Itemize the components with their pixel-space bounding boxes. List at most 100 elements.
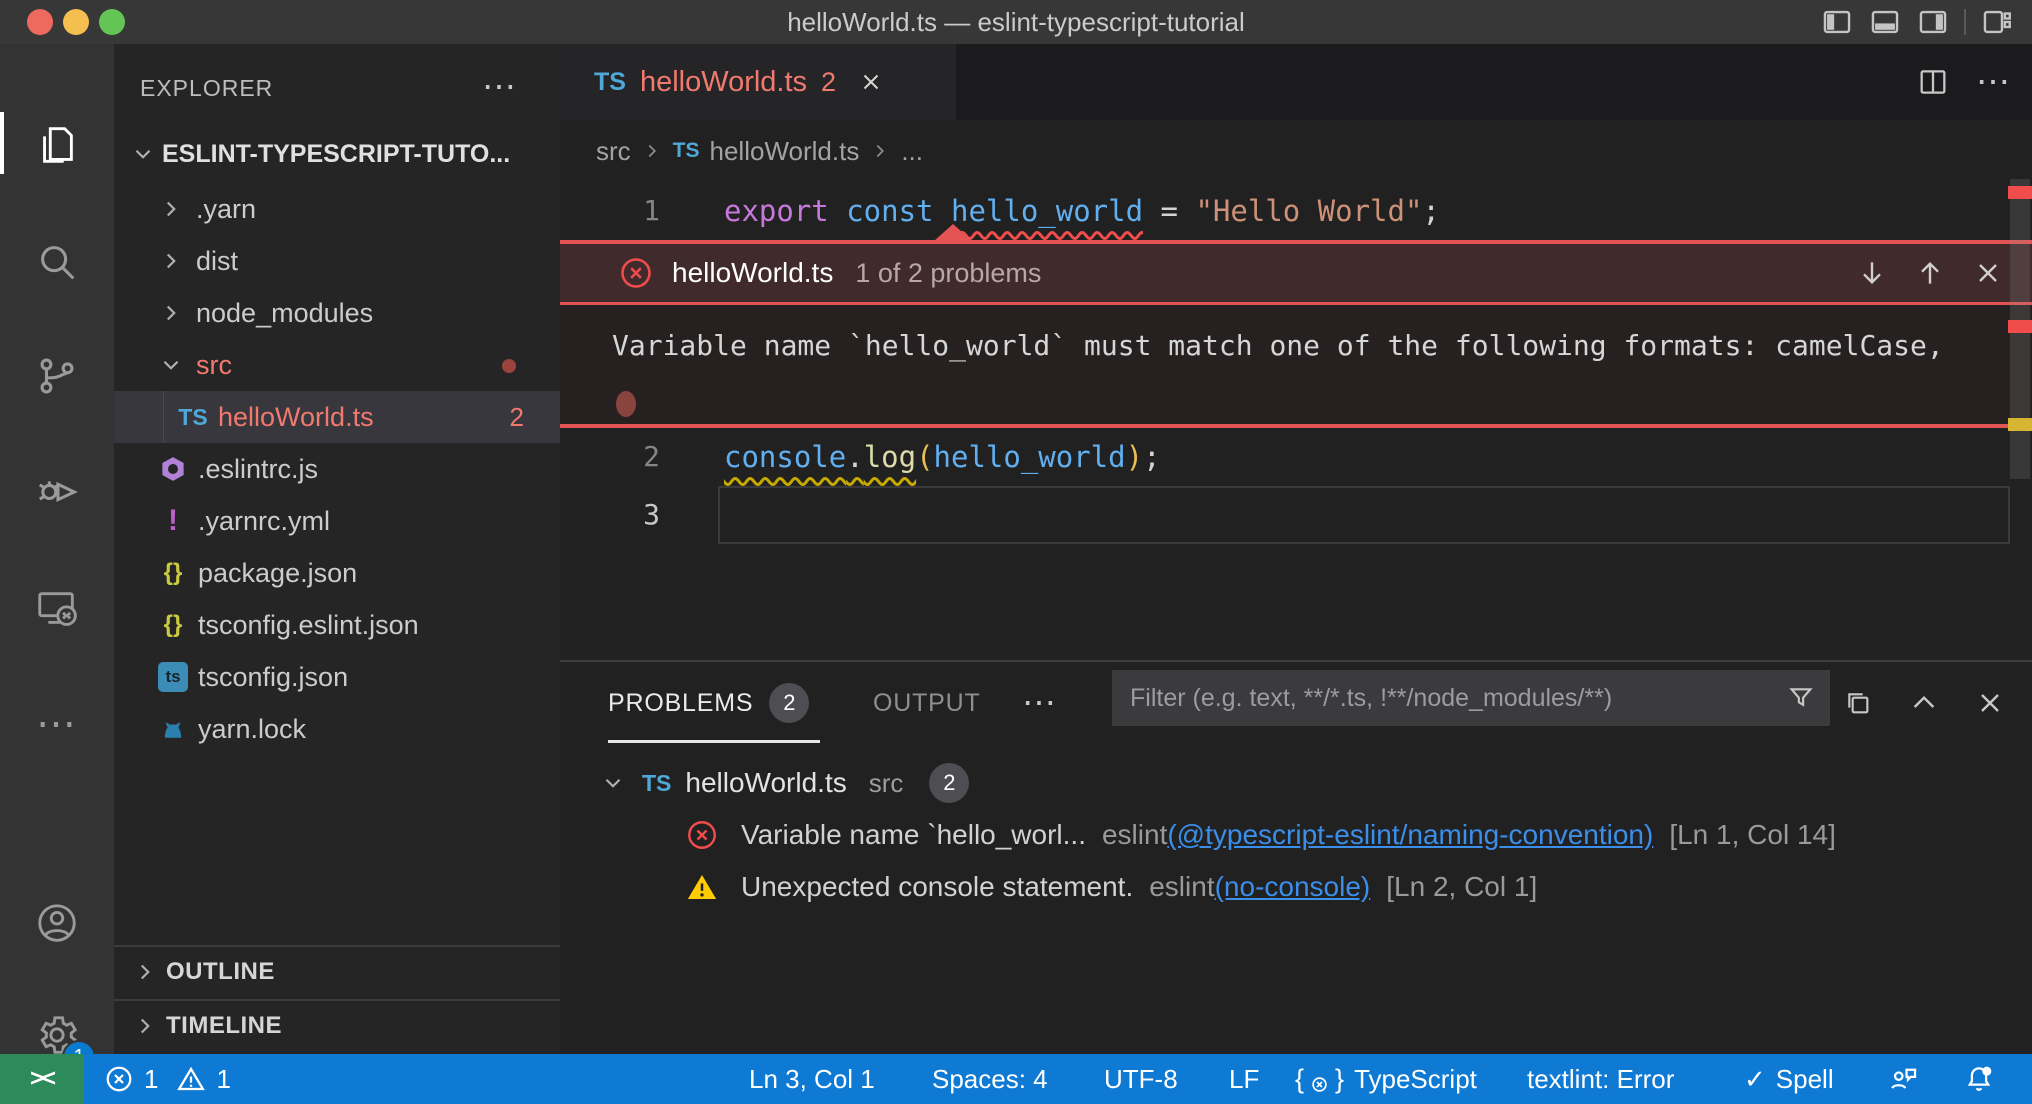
vscode-window: helloWorld.ts — eslint-typescript-tutori… — [0, 0, 2032, 1104]
warning-count: 1 — [216, 1064, 230, 1095]
encoding-status[interactable]: UTF-8 — [1104, 1054, 1178, 1104]
tree-item-label: tsconfig.eslint.json — [198, 610, 419, 641]
explorer-more-actions-icon[interactable]: ⋯ — [482, 68, 516, 108]
tree-item-node-modules-folder[interactable]: node_modules — [114, 287, 560, 339]
language-status[interactable]: {} TypeScript — [1295, 1054, 1477, 1104]
close-panel-icon[interactable] — [1974, 687, 2006, 719]
chevron-right-icon — [869, 140, 891, 162]
toggle-sidebar-icon[interactable] — [1820, 5, 1854, 39]
previous-problem-icon[interactable] — [1914, 257, 1946, 289]
remote-explorer-icon[interactable] — [34, 585, 80, 631]
breadcrumb-file[interactable]: helloWorld.ts — [710, 136, 860, 167]
chevron-right-icon — [158, 248, 184, 274]
workspace-root-header[interactable]: ESLINT-TYPESCRIPT-TUTO... — [114, 130, 560, 178]
problem-message: Unexpected console statement. — [741, 871, 1133, 903]
outline-section-header[interactable]: OUTLINE — [114, 945, 560, 997]
customize-layout-icon[interactable] — [1980, 5, 2014, 39]
tree-item-src-folder[interactable]: src — [114, 339, 560, 391]
token-semicolon: ; — [1422, 194, 1439, 228]
maximize-panel-icon[interactable] — [1908, 687, 1940, 719]
problem-row-warning[interactable]: Unexpected console statement. eslint (no… — [560, 861, 2032, 913]
toggle-panel-icon[interactable] — [1868, 5, 1902, 39]
remote-indicator[interactable]: >< — [0, 1054, 84, 1104]
toggle-secondary-sidebar-icon[interactable] — [1916, 5, 1950, 39]
explorer-sidebar: EXPLORER ⋯ ESLINT-TYPESCRIPT-TUTO... .ya… — [114, 44, 560, 1054]
token-equals: = — [1143, 194, 1195, 228]
peek-next-error-dot — [616, 391, 636, 417]
current-line-highlight[interactable] — [718, 486, 2010, 544]
spell-status[interactable]: ✓ Spell — [1744, 1054, 1834, 1104]
typescript-file-icon: TS — [594, 68, 626, 97]
problem-rule-link[interactable]: (no-console) — [1215, 871, 1371, 903]
tree-item-dist-folder[interactable]: dist — [114, 235, 560, 287]
tree-item-helloworld-ts[interactable]: TS helloWorld.ts 2 — [114, 391, 560, 443]
breadcrumb-symbol[interactable]: ... — [901, 136, 923, 167]
problems-file-badge: 2 — [929, 763, 969, 803]
typescript-file-icon: TS — [642, 770, 671, 797]
textlint-status[interactable]: textlint: Error — [1527, 1054, 1674, 1104]
indentation-status[interactable]: Spaces: 4 — [932, 1054, 1048, 1104]
next-problem-icon[interactable] — [1856, 257, 1888, 289]
tree-item-label: dist — [196, 246, 238, 277]
peek-close-icon[interactable] — [1972, 257, 2004, 289]
chevron-right-icon — [132, 1013, 158, 1039]
open-in-editor-icon[interactable] — [1842, 687, 1874, 719]
code-line-2[interactable]: console.log(hello_world); — [724, 428, 1161, 486]
source-control-icon[interactable] — [34, 353, 80, 399]
tab-output[interactable]: OUTPUT — [873, 662, 981, 744]
filter-funnel-icon[interactable] — [1786, 683, 1816, 713]
feedback-icon[interactable] — [1886, 1054, 1920, 1104]
tree-item-yarnrc-yml[interactable]: ! .yarnrc.yml — [114, 495, 560, 547]
peek-header: helloWorld.ts 1 of 2 problems — [560, 244, 2032, 302]
warning-icon — [685, 870, 719, 904]
tsconfig-file-icon: ts — [152, 660, 194, 694]
problems-status[interactable]: 1 1 — [104, 1054, 231, 1104]
window-title: helloWorld.ts — eslint-typescript-tutori… — [0, 0, 2032, 44]
chevron-right-icon — [158, 300, 184, 326]
account-icon[interactable] — [34, 900, 80, 946]
problems-file-group[interactable]: TS helloWorld.ts src 2 — [560, 757, 2032, 809]
tree-item-yarn-folder[interactable]: .yarn — [114, 183, 560, 235]
tree-item-yarn-lock[interactable]: yarn.lock — [114, 703, 560, 755]
notifications-bell-icon[interactable] — [1962, 1054, 1996, 1104]
search-icon[interactable] — [34, 239, 80, 285]
tree-item-eslintrc-js[interactable]: .eslintrc.js — [114, 443, 560, 495]
yaml-file-icon: ! — [152, 504, 194, 538]
token-export: export — [724, 194, 846, 228]
editor-more-actions-icon[interactable]: ⋯ — [1976, 62, 2010, 102]
tree-item-label: yarn.lock — [198, 714, 306, 745]
chevron-down-icon — [130, 141, 156, 167]
explorer-icon[interactable] — [34, 122, 80, 168]
line-number: 1 — [560, 182, 660, 240]
json-file-icon: {} — [152, 608, 194, 642]
tree-item-label: .yarnrc.yml — [198, 506, 330, 537]
bottom-panel: PROBLEMS 2 OUTPUT ⋯ TS helloWorld.ts — [560, 660, 2032, 1054]
token-const: const — [846, 194, 951, 228]
output-tab-label: OUTPUT — [873, 689, 981, 718]
split-editor-icon[interactable] — [1916, 65, 1950, 99]
timeline-section-header[interactable]: TIMELINE — [114, 999, 560, 1051]
language-label: TypeScript — [1354, 1064, 1477, 1095]
peek-problem-count: 1 of 2 problems — [855, 258, 1041, 289]
code-line-1[interactable]: export const hello_world = "Hello World"… — [724, 182, 1440, 240]
tab-problems[interactable]: PROBLEMS 2 — [608, 662, 809, 744]
chevron-right-icon — [158, 196, 184, 222]
tab-close-icon[interactable] — [858, 69, 884, 95]
more-views-icon[interactable]: ⋯ — [0, 701, 114, 747]
peek-message-area[interactable]: Variable name `hello_world` must match o… — [560, 305, 2032, 424]
tree-item-tsconfig-eslint-json[interactable]: {} tsconfig.eslint.json — [114, 599, 560, 651]
outline-section-label: OUTLINE — [166, 958, 275, 986]
panel-more-tabs-icon[interactable]: ⋯ — [1022, 662, 1056, 744]
tree-item-label: .eslintrc.js — [198, 454, 318, 485]
breadcrumb-dir[interactable]: src — [596, 136, 631, 167]
run-debug-icon[interactable] — [34, 468, 80, 514]
tab-helloworld-ts[interactable]: TS helloWorld.ts 2 — [560, 44, 956, 120]
tree-item-package-json[interactable]: {} package.json — [114, 547, 560, 599]
eol-status[interactable]: LF — [1229, 1054, 1259, 1104]
timeline-section-label: TIMELINE — [166, 1012, 282, 1040]
problems-filter-input[interactable] — [1112, 684, 1786, 713]
problem-rule-link[interactable]: (@typescript-eslint/naming-convention) — [1167, 819, 1653, 851]
tree-item-tsconfig-json[interactable]: ts tsconfig.json — [114, 651, 560, 703]
problem-row-error[interactable]: Variable name `hello_worl... eslint (@ty… — [560, 809, 2032, 861]
cursor-position[interactable]: Ln 3, Col 1 — [749, 1054, 875, 1104]
